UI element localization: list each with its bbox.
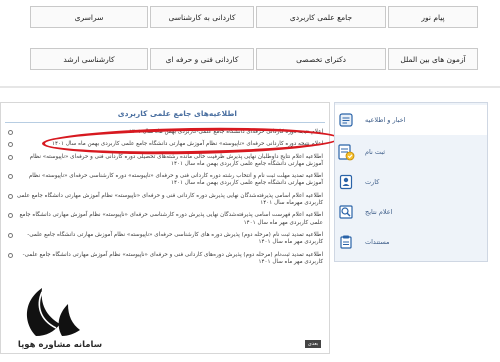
exam-type-navigation: پیام نور جامع علمی کاربردی کاردانی به کا… <box>0 0 500 72</box>
logo-text: سامانه مشاوره هوپا <box>17 340 103 350</box>
register-icon <box>335 141 357 163</box>
sidebar-item-label: ثبت نام <box>365 148 386 156</box>
sidebar-item-label: اخبار و اطلاعیه <box>365 116 406 124</box>
sidebar: اخبار و اطلاعیه ثبت نام کارت اعلام نتایج… <box>334 102 488 262</box>
nav-button-sarasari[interactable]: سراسری <box>30 6 148 28</box>
next-page-button[interactable]: بعدی <box>305 340 321 348</box>
sidebar-item-documents[interactable]: مستندات <box>335 227 487 257</box>
list-item[interactable]: اطلاعیه تمدید مهلت ثبت نام و انتخاب رشته… <box>5 173 323 188</box>
results-icon <box>335 201 357 223</box>
nav-button-kardani-be-karshenasi[interactable]: کاردانی به کارشناسی <box>150 6 254 28</box>
bullet-icon <box>8 193 13 199</box>
sidebar-item-label: اعلام نتایج <box>365 208 393 216</box>
bullet-icon <box>8 154 13 160</box>
list-item[interactable]: اطلاعیه اعلام فهرست اسامی پذیرفته‌شدگان … <box>5 212 323 227</box>
news-icon <box>335 109 357 131</box>
sidebar-item-card[interactable]: کارت <box>335 167 487 197</box>
sidebar-item-label: کارت <box>365 178 380 186</box>
bullet-icon <box>8 130 13 135</box>
list-item[interactable]: اطلاعیه تمدید ثبت‌نام (مرحله دوم) پذیرش … <box>5 252 323 267</box>
nav-button-masters[interactable]: کارشناسی ارشد <box>30 48 148 70</box>
sidebar-item-label: مستندات <box>365 238 390 246</box>
sidebar-item-register[interactable]: ثبت نام <box>335 137 487 167</box>
card-icon <box>335 171 357 193</box>
announcement-link[interactable]: اطلاعیه اعلام نتایج داوطلبان نهایی پذیرش… <box>13 154 323 169</box>
announcement-link[interactable]: اطلاعیه اعلام فهرست اسامی پذیرفته‌شدگان … <box>13 212 324 227</box>
documents-icon <box>335 231 357 253</box>
list-item[interactable]: اطلاعیه تمدید ثبت نام (مرحله دوم) پذیرش … <box>5 232 323 247</box>
nav-button-technical-vocational[interactable]: کاردانی فنی و حرفه ای <box>150 48 254 70</box>
list-item[interactable]: اطلاعیه اعلام نتایج داوطلبان نهایی پذیرش… <box>5 154 323 169</box>
bullet-icon <box>8 252 13 258</box>
nav-button-payam-noor[interactable]: پیام نور <box>388 6 478 28</box>
announcement-link[interactable]: اطلاعیه تمدید ثبت‌نام (مرحله دوم) پذیرش … <box>13 252 323 267</box>
announcement-link[interactable]: اطلاعیه تمدید ثبت نام (مرحله دوم) پذیرش … <box>13 232 323 247</box>
panel-title: اطلاعیه‌های جامع علمی کاربردی <box>5 107 325 123</box>
announcement-link[interactable]: اطلاعیه تمدید مهلت ثبت نام و انتخاب رشته… <box>13 173 323 188</box>
sidebar-item-results[interactable]: اعلام نتایج <box>335 197 487 227</box>
sidebar-item-news[interactable]: اخبار و اطلاعیه <box>335 105 487 135</box>
nav-button-international-exams[interactable]: آزمون های بین الملل <box>388 48 478 70</box>
nav-button-elmi-karbordi[interactable]: جامع علمی کاربردی <box>256 6 386 28</box>
section-divider <box>0 86 500 88</box>
bullet-icon <box>8 232 13 238</box>
announcement-link[interactable]: اطلاعیه اعلام اسامی پذیرفته‌شدگان نهایی … <box>13 193 323 208</box>
list-item[interactable]: اطلاعیه اعلام اسامی پذیرفته‌شدگان نهایی … <box>5 193 323 208</box>
nav-button-phd[interactable]: دکترای تخصصی <box>256 48 386 70</box>
